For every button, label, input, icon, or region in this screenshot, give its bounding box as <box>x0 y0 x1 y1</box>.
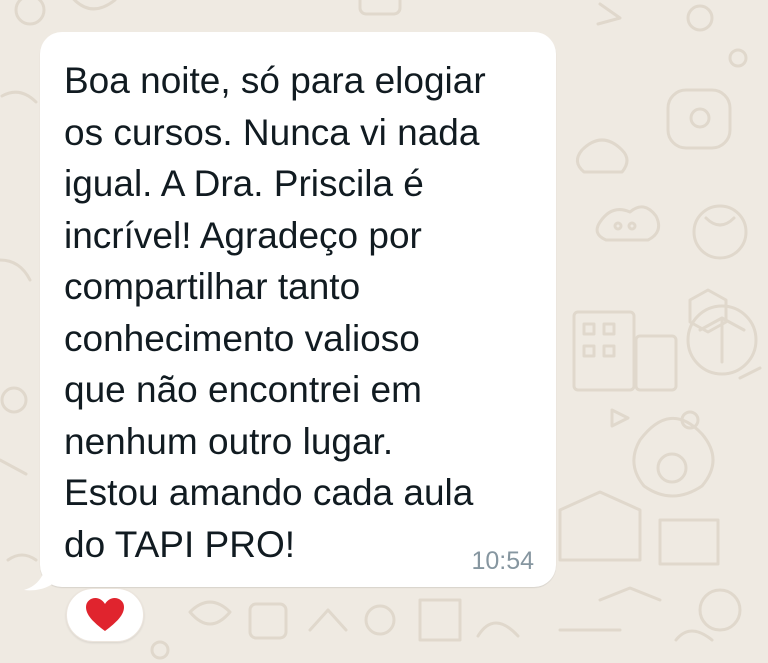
red-heart-icon <box>86 598 124 631</box>
message-bubble-tail <box>24 560 64 591</box>
message-text: Boa noite, só para elogiar os cursos. Nu… <box>64 60 486 565</box>
message-bubble[interactable]: Boa noite, só para elogiar os cursos. Nu… <box>40 32 556 587</box>
message-reaction[interactable] <box>66 588 144 642</box>
message-timestamp: 10:54 <box>471 547 534 575</box>
